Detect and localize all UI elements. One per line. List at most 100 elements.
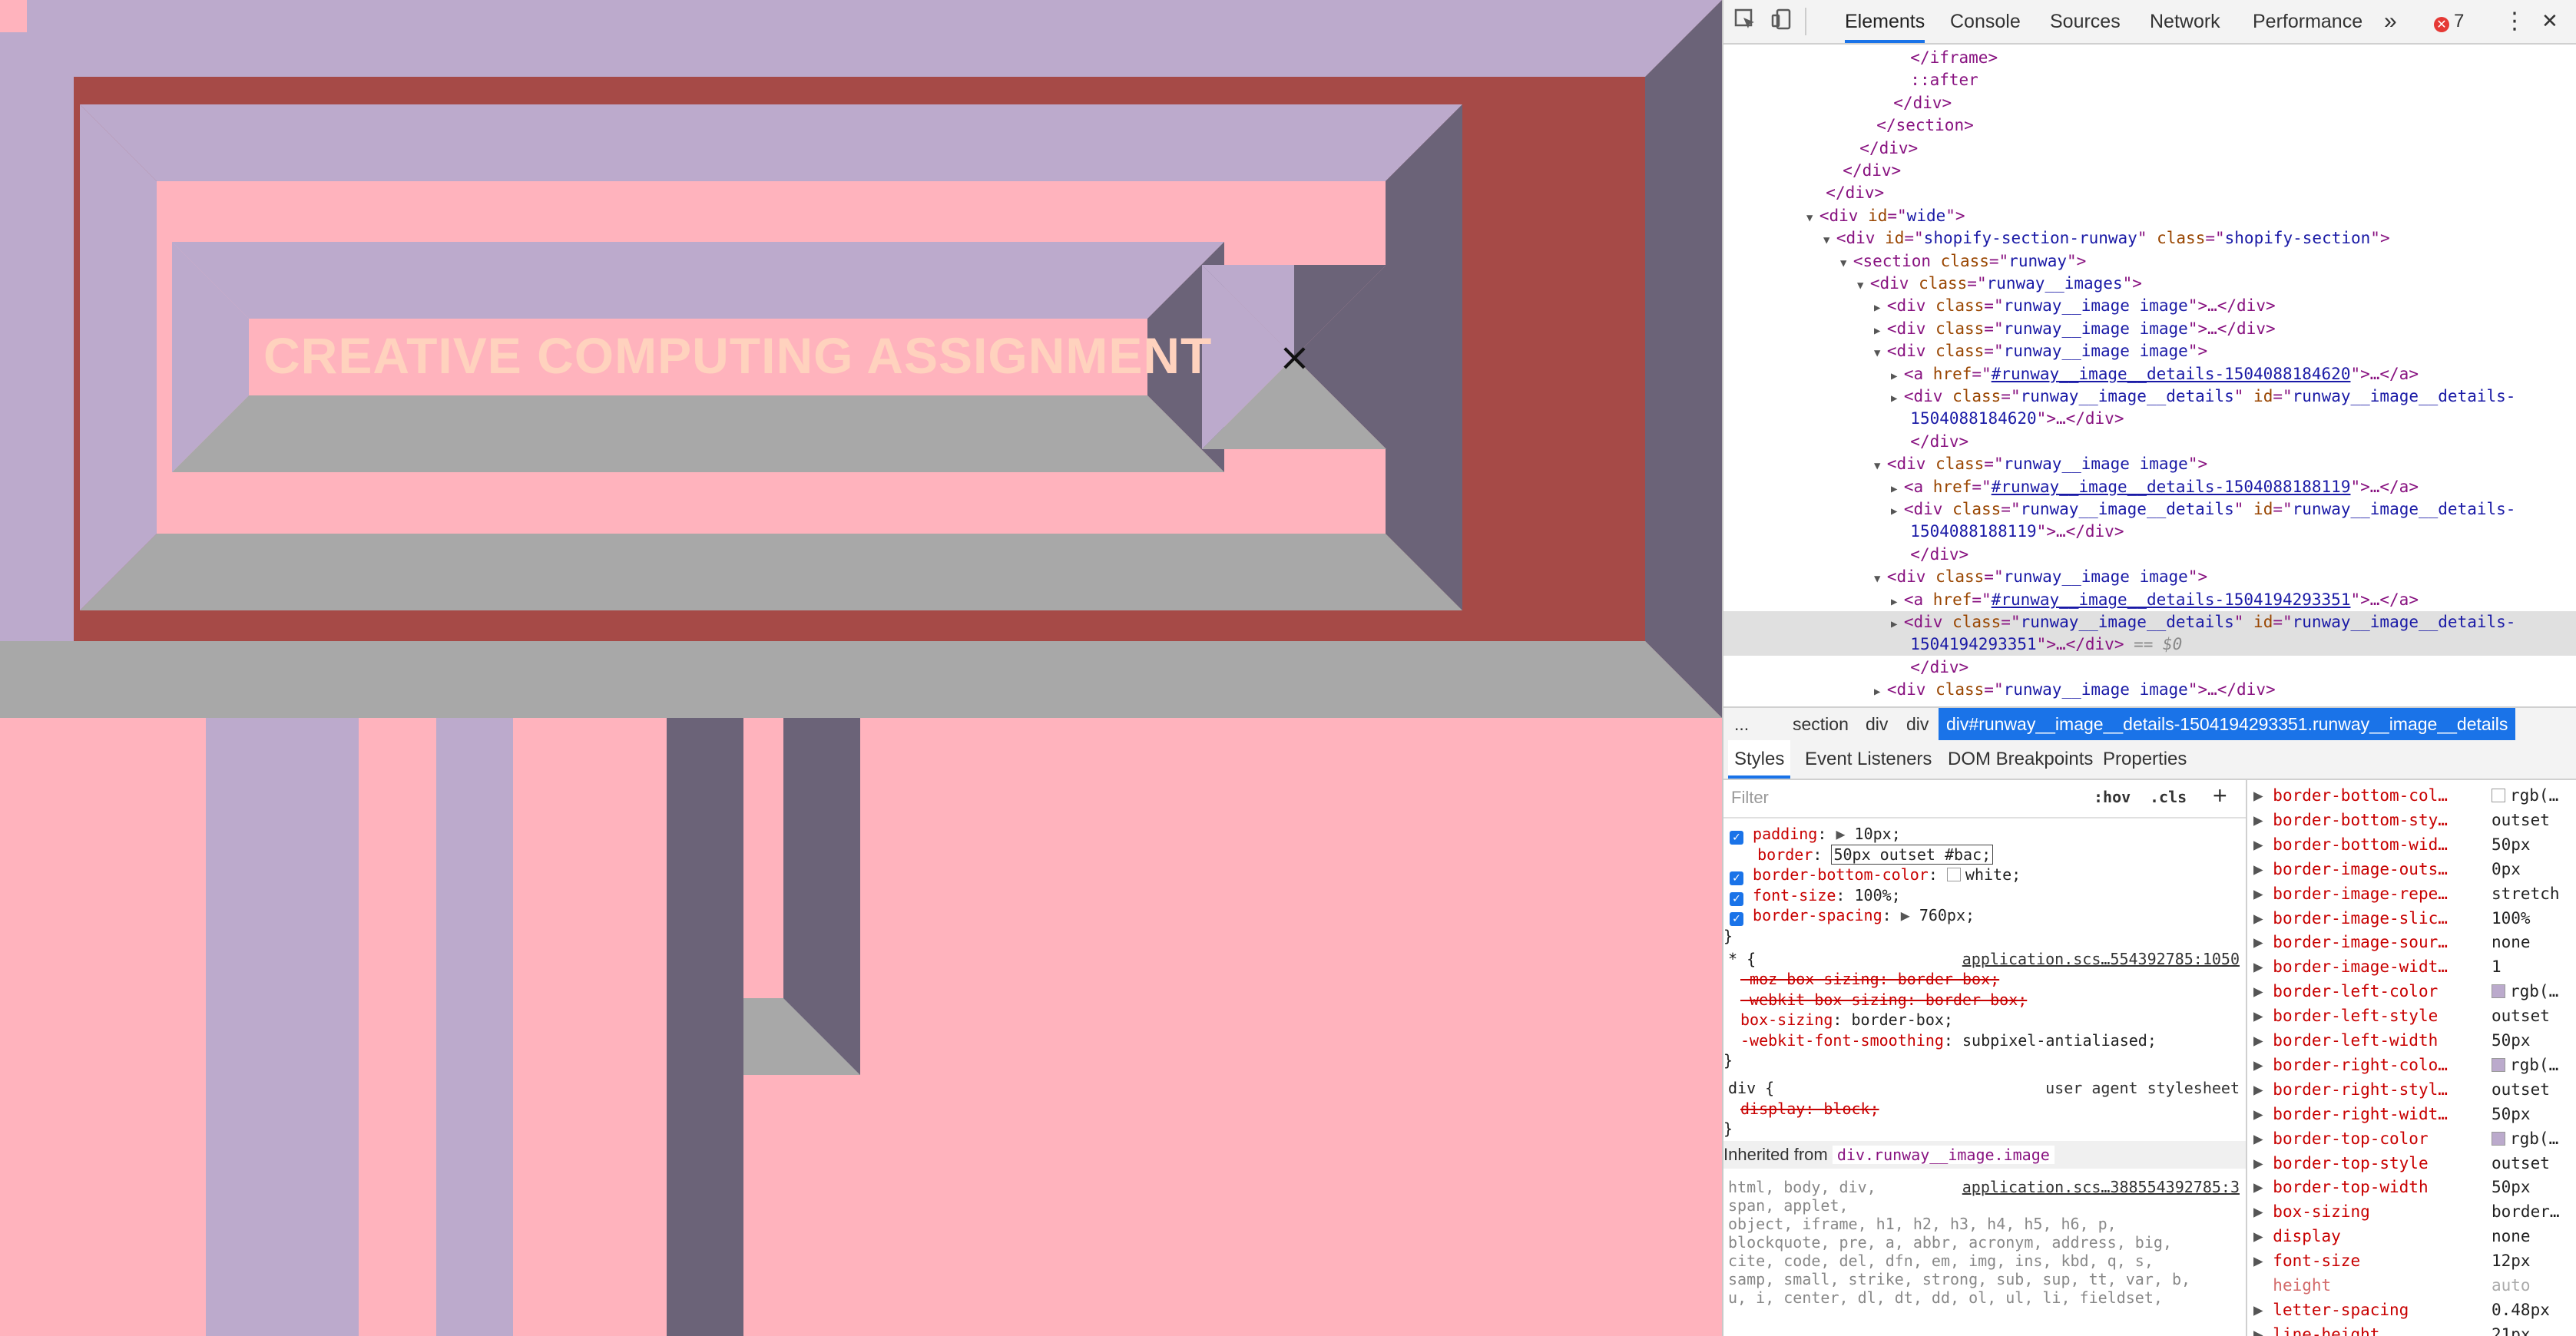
dom-node[interactable]: ▶ <a href="#runway__image__details-15040…: [1723, 476, 2576, 498]
computed-property[interactable]: ▶ border-top-width 50px: [2247, 1175, 2576, 1199]
close-devtools-icon[interactable]: ✕: [2541, 0, 2558, 43]
breadcrumb-item[interactable]: div: [1866, 708, 1888, 740]
rule-selector[interactable]: * {application.scs…554392785:1050: [1723, 948, 2246, 970]
breadcrumb-item[interactable]: section: [1793, 708, 1849, 740]
dom-node-selected[interactable]: ▶ <div class="runway__image__details" id…: [1723, 611, 2576, 633]
dom-node[interactable]: ▼ <div id="shopify-section-runway" class…: [1723, 227, 2576, 250]
expand-arrow-icon[interactable]: ▶: [2253, 1301, 2273, 1319]
computed-property[interactable]: ▶ border-image-widt… 1: [2247, 954, 2576, 979]
collapse-arrow-icon[interactable]: ▶: [1891, 618, 1904, 630]
style-declaration[interactable]: ✓ padding: ▶ 10px;: [1723, 823, 2246, 845]
breadcrumb-item[interactable]: ...: [1734, 708, 1749, 740]
expand-arrow-icon[interactable]: ▶: [2253, 933, 2273, 951]
collapse-arrow-icon[interactable]: ▶: [1874, 325, 1887, 337]
expand-arrow-icon[interactable]: ▼: [1857, 279, 1870, 292]
dom-node[interactable]: ▼ <div class="runway__image image">: [1723, 340, 2576, 362]
rule-selector[interactable]: div {user agent stylesheet: [1723, 1077, 2246, 1099]
expand-arrow-icon[interactable]: ▼: [1874, 347, 1887, 359]
computed-property[interactable]: ▶ border-right-colo… rgb(…: [2247, 1053, 2576, 1077]
expand-arrow-icon[interactable]: ▼: [1874, 573, 1887, 585]
more-tabs-chevron-icon[interactable]: »: [2384, 0, 2397, 43]
expand-arrow-icon[interactable]: ▶: [2253, 909, 2273, 928]
computed-property[interactable]: ▶ font-size 12px: [2247, 1248, 2576, 1273]
expand-arrow-icon[interactable]: ▶: [2253, 1007, 2273, 1025]
expand-arrow-icon[interactable]: ▶: [2253, 811, 2273, 829]
tab-console[interactable]: Console: [1950, 0, 2021, 43]
dom-node[interactable]: ▼ <section class="runway">: [1723, 250, 2576, 273]
dom-node[interactable]: ▶ <div class="runway__image image">…</di…: [1723, 679, 2576, 701]
collapse-arrow-icon[interactable]: ▶: [1874, 686, 1887, 698]
computed-property[interactable]: ▶ border-left-width 50px: [2247, 1028, 2576, 1053]
collapse-arrow-icon[interactable]: ▶: [1891, 392, 1904, 405]
dom-node[interactable]: </div>: [1723, 431, 2576, 453]
dom-node[interactable]: ▶ <div class="runway__image image">…</di…: [1723, 295, 2576, 317]
tab-event-listeners[interactable]: Event Listeners: [1805, 740, 1932, 779]
style-declaration[interactable]: ✓ border-bottom-color: white;: [1723, 864, 2246, 885]
dom-node[interactable]: ▶ <div class="runway__image__details" id…: [1723, 385, 2576, 408]
expand-arrow-icon[interactable]: ▶: [2253, 1325, 2273, 1336]
dom-node[interactable]: ▶ <div class="runway__image image">…</di…: [1723, 318, 2576, 340]
collapse-arrow-icon[interactable]: ▶: [1891, 483, 1904, 495]
expand-arrow-icon[interactable]: ▶: [2253, 1129, 2273, 1148]
collapse-arrow-icon[interactable]: ▶: [1891, 505, 1904, 518]
style-declaration[interactable]: -webkit-font-smoothing: subpixel-antiali…: [1723, 1030, 2246, 1051]
tab-network[interactable]: Network: [2150, 0, 2220, 43]
expand-arrow-icon[interactable]: ▶: [2253, 1252, 2273, 1270]
style-declaration[interactable]: -moz-box-sizing: border-box;: [1723, 968, 2246, 990]
expand-arrow-icon[interactable]: ▶: [2253, 1105, 2273, 1123]
dom-node[interactable]: ▶ <a href="#runway__image__details-15041…: [1723, 589, 2576, 611]
breadcrumb-current[interactable]: div#runway__image__details-1504194293351…: [1939, 708, 2516, 740]
tab-dom-breakpoints[interactable]: DOM Breakpoints: [1948, 740, 2093, 779]
computed-property[interactable]: ▶ border-image-repe… stretch: [2247, 881, 2576, 906]
style-declaration[interactable]: border: 50px outset #bac;: [1723, 844, 2246, 865]
new-rule-plus-icon[interactable]: +: [2213, 782, 2227, 810]
dom-node[interactable]: </div>: [1723, 544, 2576, 566]
dom-node[interactable]: 1504088188119">…</div>: [1723, 521, 2576, 543]
dom-node[interactable]: ▶ <div class="runway__image__details" id…: [1723, 498, 2576, 521]
kebab-menu-icon[interactable]: ⋮: [2503, 0, 2526, 43]
dom-node[interactable]: </section>: [1723, 114, 2576, 137]
checkbox-icon[interactable]: ✓: [1730, 831, 1743, 845]
computed-property[interactable]: ▶ letter-spacing 0.48px: [2247, 1298, 2576, 1322]
dom-node[interactable]: </iframe>: [1723, 47, 2576, 69]
computed-property[interactable]: ▶ box-sizing border…: [2247, 1199, 2576, 1224]
computed-property[interactable]: ▶ border-right-styl… outset: [2247, 1077, 2576, 1102]
computed-property[interactable]: ▶ border-top-color rgb(…: [2247, 1126, 2576, 1151]
computed-property[interactable]: ▶ border-top-style outset: [2247, 1151, 2576, 1176]
dom-node[interactable]: ▼ <div class="runway__images">: [1723, 273, 2576, 295]
hover-state-toggle[interactable]: :hov: [2094, 788, 2131, 806]
dom-node[interactable]: ::after: [1723, 69, 2576, 91]
rule-source-link[interactable]: application.scs…554392785:1050: [1962, 948, 2240, 970]
dom-node[interactable]: ▼ <div id="wide">: [1723, 205, 2576, 227]
expand-arrow-icon[interactable]: ▼: [1823, 234, 1836, 246]
checkbox-icon[interactable]: ✓: [1730, 891, 1743, 906]
dom-node[interactable]: </div>: [1723, 656, 2576, 679]
inherited-element-link[interactable]: div.runway__image.image: [1832, 1146, 2055, 1164]
expand-arrow-icon[interactable]: ▶: [1836, 825, 1854, 843]
color-swatch[interactable]: [1946, 868, 1961, 881]
computed-property[interactable]: ▶ border-right-widt… 50px: [2247, 1102, 2576, 1126]
checkbox-icon[interactable]: ✓: [1730, 871, 1743, 885]
expand-arrow-icon[interactable]: ▼: [1874, 460, 1887, 472]
computed-property[interactable]: ▶ border-left-style outset: [2247, 1004, 2576, 1028]
inspect-icon[interactable]: [1731, 8, 1759, 35]
checkbox-icon[interactable]: ✓: [1730, 912, 1743, 926]
computed-property[interactable]: ▶ line-height 21px: [2247, 1322, 2576, 1336]
expand-arrow-icon[interactable]: ▶: [2253, 1202, 2273, 1221]
expand-arrow-icon[interactable]: ▶: [2253, 982, 2273, 1000]
expand-arrow-icon[interactable]: ▶: [2253, 860, 2273, 878]
expand-arrow-icon[interactable]: ▶: [2253, 835, 2273, 854]
device-toolbar-icon[interactable]: [1768, 8, 1796, 35]
tab-styles[interactable]: Styles: [1728, 740, 1791, 779]
computed-property[interactable]: ▶ border-bottom-col… rgb(…: [2247, 783, 2576, 808]
expand-arrow-icon[interactable]: ▼: [1806, 212, 1819, 224]
expand-arrow-icon[interactable]: ▶: [2253, 957, 2273, 976]
computed-property[interactable]: ▶ border-bottom-wid… 50px: [2247, 832, 2576, 857]
style-declaration[interactable]: ✓ border-spacing: ▶ 760px;: [1723, 904, 2246, 926]
dom-node[interactable]: </div>: [1723, 160, 2576, 182]
style-declaration[interactable]: -webkit-box-sizing: border-box;: [1723, 989, 2246, 1010]
expand-arrow-icon[interactable]: ▶: [1901, 906, 1919, 924]
computed-property[interactable]: ▶ display none: [2247, 1224, 2576, 1248]
computed-property[interactable]: ▶ border-image-sour… none: [2247, 930, 2576, 954]
expand-arrow-icon[interactable]: ▼: [1840, 257, 1853, 270]
